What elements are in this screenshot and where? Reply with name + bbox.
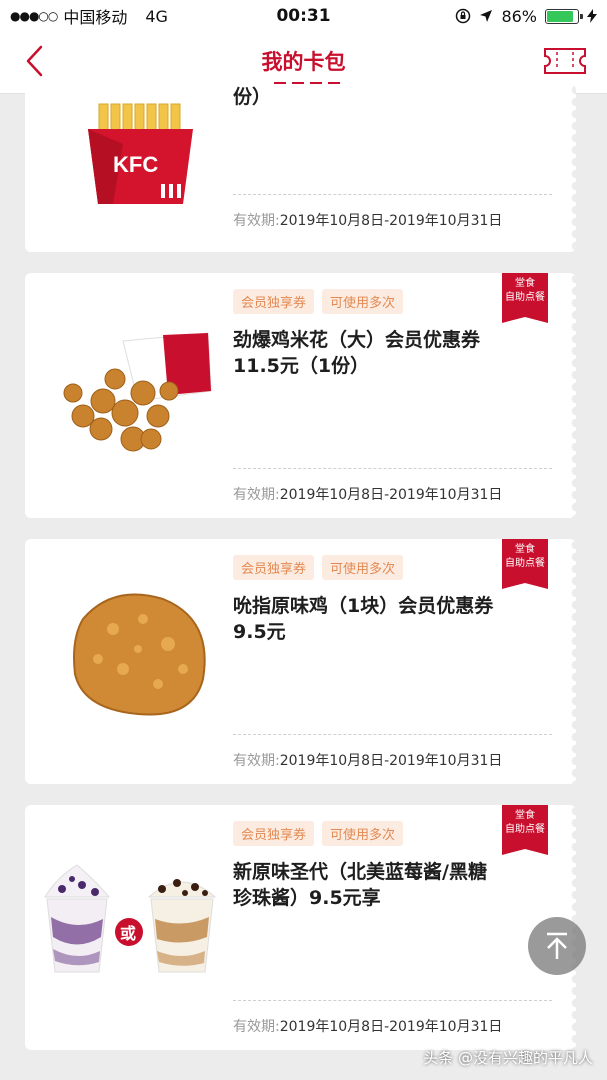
tag-multi-use: 可使用多次 bbox=[322, 555, 404, 580]
validity: 有效期:2019年10月8日-2019年10月31日 bbox=[233, 750, 502, 770]
fries-icon: KFC bbox=[88, 103, 193, 204]
coupon-title-line: 吮指原味鸡（1块）会员优惠券 bbox=[233, 595, 494, 617]
network-label: 4G bbox=[145, 6, 168, 26]
badge-line-2: 自助点餐 bbox=[505, 292, 545, 303]
validity-range: 2019年10月8日-2019年10月31日 bbox=[279, 487, 503, 503]
tag-multi-use: 可使用多次 bbox=[322, 821, 404, 846]
coupon-card-original-chicken[interactable]: 会员独享券 可使用多次 堂食 自助点餐 吮指原味鸡（1块）会员优惠券 9.5元 … bbox=[25, 539, 576, 784]
coupon-title: 吮指原味鸡（1块）会员优惠券 9.5元 bbox=[233, 593, 543, 645]
watermark: 头条 @没有兴趣的平凡人 bbox=[423, 1049, 593, 1067]
arrow-up-icon bbox=[547, 932, 567, 959]
signal-icon: ●●●○○ bbox=[10, 9, 58, 23]
divider bbox=[233, 1000, 552, 1001]
dine-in-badge: 堂食 自助点餐 bbox=[502, 539, 548, 589]
tag-member-exclusive: 会员独享券 bbox=[233, 555, 315, 580]
validity: 有效期:2019年10月8日-2019年10月31日 bbox=[233, 1016, 502, 1036]
validity-label: 有效期: bbox=[233, 753, 280, 769]
coupon-card-sundae[interactable]: 或 会员独享券 可使用多次 堂食 自助点餐 新原味圣代（北美蓝莓酱/黑糖 珍珠酱… bbox=[25, 805, 576, 1050]
badge-line-2: 自助点餐 bbox=[505, 558, 545, 569]
badge-line-1: 堂食 bbox=[515, 278, 535, 289]
coupon-price-line: 9.5元 bbox=[233, 621, 286, 643]
coupon-tags: 会员独享券 可使用多次 bbox=[233, 555, 404, 580]
orientation-lock-icon bbox=[456, 8, 471, 24]
divider bbox=[233, 194, 552, 195]
validity: 有效期:2019年10月8日-2019年10月31日 bbox=[233, 210, 502, 230]
coupon-title: 新原味圣代（北美蓝莓酱/黑糖 珍珠酱）9.5元享 bbox=[233, 859, 543, 911]
fried-chicken-icon bbox=[73, 593, 206, 716]
or-label: 或 bbox=[120, 924, 136, 943]
clock: 00:31 bbox=[276, 6, 331, 26]
tag-member-exclusive: 会员独享券 bbox=[233, 821, 315, 846]
coupon-title-line: 新原味圣代（北美蓝莓酱/黑糖 bbox=[233, 861, 487, 883]
ticket-icon bbox=[544, 48, 586, 74]
charging-icon bbox=[587, 9, 597, 23]
ticket-button[interactable] bbox=[543, 47, 587, 75]
svg-text:KFC: KFC bbox=[113, 152, 158, 177]
battery-level bbox=[547, 10, 573, 22]
coupon-tags: 会员独享券 可使用多次 bbox=[233, 821, 404, 846]
popcorn-chicken-icon bbox=[63, 332, 212, 452]
validity-range: 2019年10月8日-2019年10月31日 bbox=[279, 1019, 503, 1035]
badge-line-1: 堂食 bbox=[515, 544, 535, 555]
battery-percent: 86% bbox=[501, 6, 537, 26]
badge-line-1: 堂食 bbox=[515, 810, 535, 821]
validity-label: 有效期: bbox=[233, 213, 280, 229]
validity: 有效期:2019年10月8日-2019年10月31日 bbox=[233, 484, 502, 504]
coupon-title-line: 劲爆鸡米花（大）会员优惠券 bbox=[233, 329, 481, 351]
divider bbox=[233, 734, 552, 735]
coupon-title: 份） bbox=[233, 84, 543, 110]
location-icon bbox=[480, 10, 493, 22]
validity-label: 有效期: bbox=[233, 1019, 280, 1035]
badge-line-2: 自助点餐 bbox=[505, 824, 545, 835]
coupon-price-line: 11.5元（1份） bbox=[233, 355, 370, 377]
validity-range: 2019年10月8日-2019年10月31日 bbox=[279, 753, 503, 769]
sundae-icon: 或 bbox=[44, 864, 217, 973]
divider bbox=[233, 468, 552, 469]
validity-range: 2019年10月8日-2019年10月31日 bbox=[279, 213, 503, 229]
dine-in-badge: 堂食 自助点餐 bbox=[502, 805, 548, 855]
coupon-tags: 会员独享券 可使用多次 bbox=[233, 289, 404, 314]
dine-in-badge: 堂食 自助点餐 bbox=[502, 273, 548, 323]
validity-label: 有效期: bbox=[233, 487, 280, 503]
tag-multi-use: 可使用多次 bbox=[322, 289, 404, 314]
coupon-title: 劲爆鸡米花（大）会员优惠券 11.5元（1份） bbox=[233, 327, 543, 379]
back-to-top-button[interactable] bbox=[528, 917, 586, 975]
coupon-price-line: 珍珠酱）9.5元享 bbox=[233, 887, 381, 909]
carrier-label: 中国移动 bbox=[63, 8, 128, 27]
battery-icon bbox=[545, 8, 583, 24]
status-bar: ●●●○○ 中国移动 4G 00:31 86% bbox=[0, 0, 607, 32]
tag-member-exclusive: 会员独享券 bbox=[233, 289, 315, 314]
coupon-card-popcorn-chicken[interactable]: 会员独享券 可使用多次 堂食 自助点餐 劲爆鸡米花（大）会员优惠券 11.5元（… bbox=[25, 273, 576, 518]
coupon-title-line: 份） bbox=[233, 86, 272, 108]
page-title: 我的卡包 bbox=[261, 50, 346, 74]
coupon-card-fries[interactable]: KFC 份） 有效期:2019年10月8日-2019年10月31日 bbox=[25, 84, 576, 252]
